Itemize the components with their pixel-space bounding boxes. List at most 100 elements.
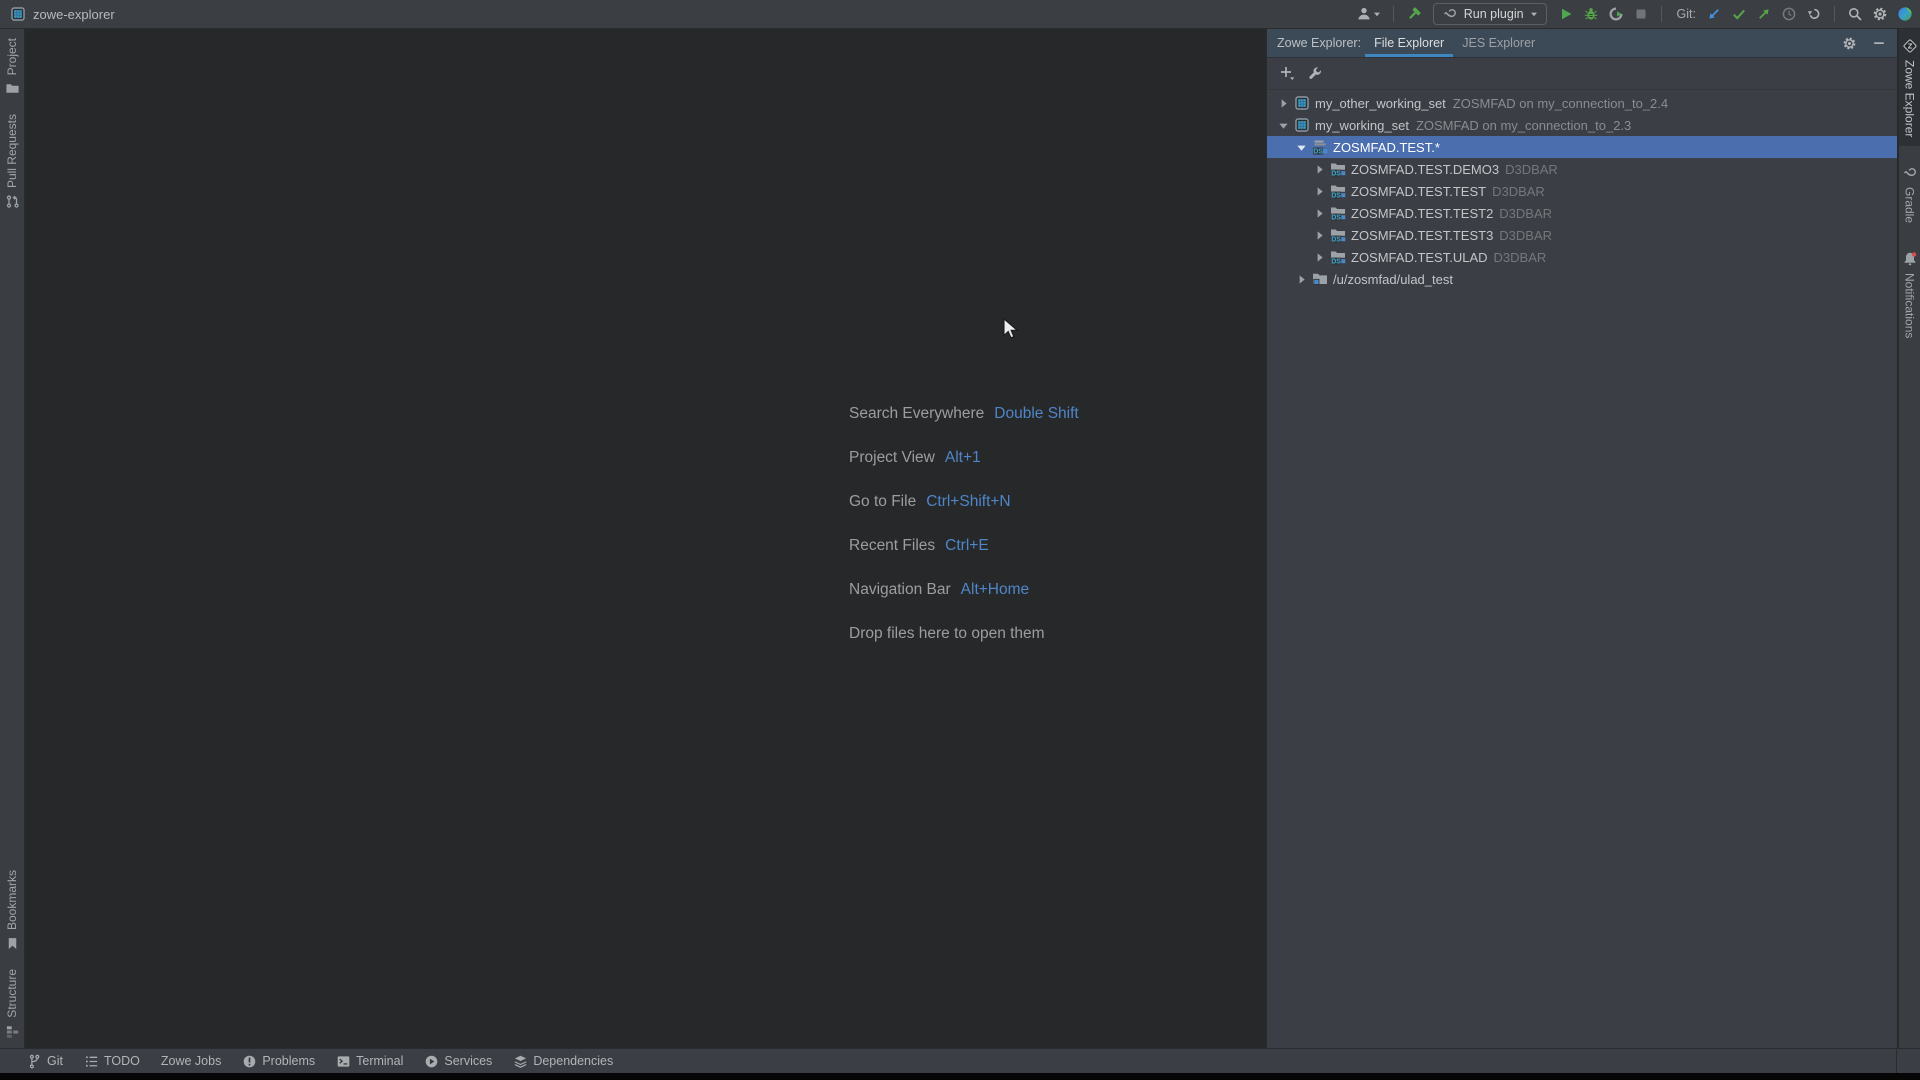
toolbar-separator [1661,6,1662,22]
debug-bug-icon[interactable] [1583,6,1599,22]
tree-node-name: ZOSMFAD.TEST.ULAD [1351,250,1488,265]
tab-jes-explorer[interactable]: JES Explorer [1453,29,1544,57]
toolwindow-options-gear-icon[interactable] [1842,36,1857,51]
keyboard-shortcuts-hint: Search EverywhereDouble Shift Project Vie… [849,405,1079,669]
tree-row[interactable]: DSZOSMFAD.TEST.TEST2D3DBAR [1267,202,1897,224]
edit-settings-wrench-icon[interactable] [1307,66,1323,82]
structure-icon [5,1024,20,1039]
status-bar: Git TODO Zowe Jobs Problems Terminal Services… [0,1048,1920,1073]
chevron-right-icon[interactable] [1312,162,1327,177]
mouse-cursor [1000,318,1020,342]
run-with-coverage-icon[interactable] [1608,6,1624,22]
dataset-icon: DS [1329,227,1346,243]
chevron-right-icon[interactable] [1312,184,1327,199]
toolwindow-button-gradle[interactable]: Gradle [1899,156,1920,232]
statusbar-item-terminal[interactable]: Terminal [336,1054,403,1069]
tree-row[interactable]: my_working_setZOSMFAD on my_connection_t… [1267,114,1897,136]
toolwindow-button-label: Zowe Explorer [1903,60,1917,137]
chevron-right-icon[interactable] [1294,272,1309,287]
statusbar-item-zowe-jobs[interactable]: Zowe Jobs [161,1054,221,1068]
tab-file-explorer[interactable]: File Explorer [1365,29,1453,57]
statusbar-item-git[interactable]: Git [27,1054,63,1069]
build-hammer-icon[interactable] [1406,6,1422,22]
git-push-icon[interactable] [1756,6,1772,22]
statusbar-item-dependencies[interactable]: Dependencies [513,1054,613,1069]
shortcut-action-label: Project View [849,449,935,466]
shortcut-keystroke: Alt+1 [945,449,981,466]
user-profile-icon[interactable] [1356,6,1381,22]
shortcut-action-label: Search Everywhere [849,405,984,422]
tree-node-name: /u/zosmfad/ulad_test [1333,272,1453,287]
statusbar-separator [1896,1049,1897,1073]
history-clock-icon[interactable] [1781,6,1797,22]
terminal-icon [336,1054,351,1069]
toolwindow-button-pull-requests[interactable]: Pull Requests [0,105,24,218]
statusbar-item-services[interactable]: Services [424,1054,492,1069]
hide-toolwindow-icon[interactable] [1872,36,1886,50]
stop-icon[interactable] [1633,6,1649,22]
undo-icon[interactable] [1806,6,1822,22]
toolwindow-button-zowe-explorer[interactable]: Z Zowe Explorer [1899,29,1920,146]
dataset-icon: DS [1329,205,1346,221]
gradle-icon [1902,165,1918,181]
chevron-down-icon[interactable] [1294,140,1309,155]
toolwindow-button-structure[interactable]: Structure [0,960,24,1048]
shortcut-hint-row: Search EverywhereDouble Shift [849,405,1079,423]
run-configuration-name: Run plugin [1464,7,1524,21]
dataset-icon: DS [1329,161,1346,177]
chevron-right-icon[interactable] [1312,206,1327,221]
chevron-right-icon[interactable] [1312,228,1327,243]
statusbar-item-todo[interactable]: TODO [84,1054,140,1069]
stripe-spacer [0,218,24,861]
gradle-icon [1442,6,1458,22]
title-bar: zowe-explorer Run pluginGit: [0,0,1920,29]
svg-text:DS: DS [1331,259,1341,265]
statusbar-item-label: Services [444,1054,492,1068]
tree-row[interactable]: /u/zosmfad/ulad_test [1267,268,1897,290]
right-toolwindow-stripe: Z Zowe Explorer Gradle Notifications [1898,29,1920,1048]
tree-row[interactable]: DSZOSMFAD.TEST.ULADD3DBAR [1267,246,1897,268]
run-configuration-combo[interactable]: Run plugin [1433,3,1547,25]
zowe-icon: Z [1902,38,1918,54]
search-everywhere-icon[interactable] [1847,6,1863,22]
toolwindow-button-notifications[interactable]: Notifications [1899,242,1920,347]
tree-row[interactable]: DS ZOSMFAD.TEST.* [1267,136,1897,158]
statusbar-item-label: Zowe Jobs [161,1054,221,1068]
statusbar-item-label: Problems [262,1054,315,1068]
bookmark-icon [5,936,20,951]
shortcut-action-label: Drop files here to open them [849,625,1045,642]
code-with-me-sphere-icon[interactable] [1897,6,1913,22]
dataset-mask-icon: DS [1311,139,1328,155]
settings-gear-icon[interactable] [1872,6,1888,22]
chevron-right-icon[interactable] [1276,96,1291,111]
tab-label: JES Explorer [1462,36,1535,50]
run-play-icon[interactable] [1558,6,1574,22]
toolwindow-button-bookmarks[interactable]: Bookmarks [0,861,24,960]
tree-row[interactable]: my_other_working_set ZOSMFAD on my_connec… [1267,92,1897,114]
tree-row[interactable]: DSZOSMFAD.TEST.TESTD3DBAR [1267,180,1897,202]
toolwindow-button-project[interactable]: Project [0,29,24,105]
shortcut-hint-row: Drop files here to open them [849,625,1079,643]
statusbar-item-problems[interactable]: Problems [242,1054,315,1069]
git-commit-icon[interactable] [1731,6,1747,22]
shortcut-action-label: Recent Files [849,537,935,554]
tree-row[interactable]: DSZOSMFAD.TEST.TEST3D3DBAR [1267,224,1897,246]
tree-node-name: ZOSMFAD.TEST.* [1333,140,1440,155]
chevron-down-icon[interactable] [1276,118,1291,133]
todo-list-icon [84,1054,99,1069]
toolwindow-button-label: Notifications [1903,273,1917,338]
tree-row[interactable]: DSZOSMFAD.TEST.DEMO3D3DBAR [1267,158,1897,180]
tree-node-description: ZOSMFAD on my_connection_to_2.4 [1453,96,1668,111]
tree-node-name: ZOSMFAD.TEST.DEMO3 [1351,162,1499,177]
file-explorer-tree: my_other_working_set ZOSMFAD on my_connec… [1267,90,1897,290]
tree-node-name: my_other_working_set [1315,96,1446,111]
tree-node-volume: D3DBAR [1499,228,1552,243]
bottom-screen-strip [0,1073,1920,1080]
dataset-icon: DS [1329,183,1346,199]
left-toolwindow-stripe: ProjectPull Requests BookmarksStructure [0,29,25,1048]
svg-text:DS: DS [1331,171,1341,177]
shortcut-keystroke: Ctrl+E [945,537,989,554]
chevron-right-icon[interactable] [1312,250,1327,265]
add-working-set-icon[interactable] [1279,65,1296,82]
git-update-icon[interactable] [1706,6,1722,22]
